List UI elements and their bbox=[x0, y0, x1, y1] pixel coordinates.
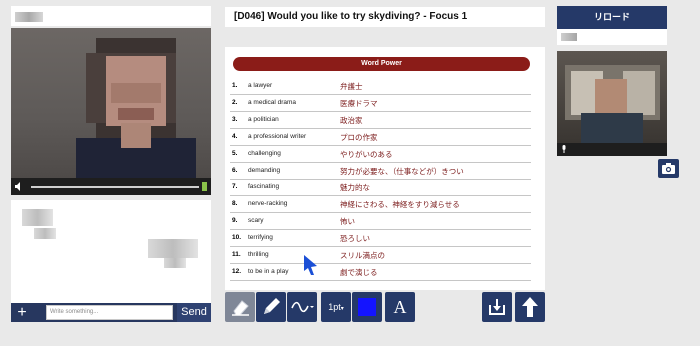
chat-input[interactable]: Write something... bbox=[46, 305, 173, 320]
word-japanese: 努力が必要な、（仕事などが）きつい bbox=[340, 166, 464, 176]
word-number: 4. bbox=[232, 132, 238, 140]
chat-message-redacted bbox=[164, 258, 186, 268]
volume-slider[interactable] bbox=[31, 186, 199, 188]
word-row: 1. a lawyer 弁護士 bbox=[230, 78, 531, 95]
tutor-volume-bar bbox=[11, 178, 211, 195]
word-number: 9. bbox=[232, 217, 238, 225]
pencil-icon bbox=[264, 298, 280, 314]
eraser-button[interactable] bbox=[225, 292, 255, 322]
chat-message-redacted bbox=[34, 228, 56, 239]
word-english: thrilling bbox=[248, 251, 269, 258]
text-tool-button[interactable]: A bbox=[385, 292, 415, 322]
mouse-cursor-icon bbox=[304, 255, 317, 275]
word-row: 11. thrilling スリル満点の bbox=[230, 247, 531, 264]
word-number: 7. bbox=[232, 183, 238, 191]
word-english: challenging bbox=[248, 149, 281, 157]
lesson-title: [D046] Would you like to try skydiving? … bbox=[225, 7, 545, 27]
camera-icon bbox=[662, 163, 675, 174]
word-japanese: 劇で演じる bbox=[340, 267, 378, 277]
word-english: terrifying bbox=[248, 234, 273, 242]
color-picker-button[interactable] bbox=[352, 292, 382, 322]
add-attachment-button[interactable]: + bbox=[15, 303, 29, 322]
word-number: 6. bbox=[232, 166, 238, 174]
upload-button[interactable] bbox=[515, 292, 545, 322]
word-number: 5. bbox=[232, 149, 238, 157]
word-japanese: 怖い bbox=[340, 217, 355, 227]
tutor-name-bar bbox=[11, 6, 211, 26]
download-button[interactable] bbox=[482, 292, 512, 322]
student-video bbox=[557, 51, 667, 143]
word-row: 7. fascinating 魅力的な bbox=[230, 179, 531, 197]
word-row: 8. nerve-racking 神経にさわる、神経をすり減らせる bbox=[230, 196, 531, 214]
send-button[interactable]: Send bbox=[177, 303, 211, 322]
word-english: scary bbox=[248, 217, 264, 225]
word-english: fascinating bbox=[248, 183, 280, 191]
chat-messages bbox=[11, 200, 211, 303]
word-row: 9. scary 怖い bbox=[230, 213, 531, 231]
line-style-button[interactable] bbox=[287, 292, 317, 322]
word-english: nerve-racking bbox=[248, 200, 288, 208]
speaker-icon bbox=[15, 182, 20, 191]
student-mic-bar bbox=[557, 143, 667, 156]
download-icon bbox=[489, 299, 505, 315]
word-row: 6. demanding 努力が必要な、（仕事などが）きつい bbox=[230, 163, 531, 180]
tutor-video bbox=[11, 28, 211, 178]
student-name-bar bbox=[557, 29, 667, 45]
student-name-redacted bbox=[561, 33, 577, 41]
word-row: 12. to be in a play 劇で演じる bbox=[230, 264, 531, 281]
word-number: 11. bbox=[232, 251, 241, 258]
word-japanese: 神経にさわる、神経をすり減らせる bbox=[340, 200, 460, 210]
chat-input-bar: + Write something... Send bbox=[11, 303, 211, 322]
word-japanese: 魅力的な bbox=[340, 183, 370, 193]
word-japanese: やりがいのある bbox=[340, 149, 393, 159]
word-row: 3. a politician 政治家 bbox=[230, 112, 531, 129]
word-row: 2. a medical drama 医療ドラマ bbox=[230, 95, 531, 112]
word-english: a professional writer bbox=[248, 132, 307, 140]
word-row: 5. challenging やりがいのある bbox=[230, 146, 531, 163]
microphone-icon bbox=[562, 145, 566, 153]
word-number: 8. bbox=[232, 200, 238, 208]
word-power-header: Word Power bbox=[233, 57, 530, 71]
wave-line-icon bbox=[291, 301, 314, 313]
word-japanese: 政治家 bbox=[340, 115, 363, 125]
volume-level[interactable] bbox=[202, 182, 207, 191]
word-number: 10. bbox=[232, 234, 242, 242]
eraser-icon bbox=[232, 300, 249, 316]
word-english: to be in a play bbox=[248, 267, 289, 275]
word-japanese: プロの作家 bbox=[340, 132, 378, 142]
word-row: 10. terrifying 恐ろしい bbox=[230, 230, 531, 248]
word-row: 4. a professional writer プロの作家 bbox=[230, 129, 531, 146]
lesson-document[interactable]: Word Power 1. a lawyer 弁護士 2. a medical dram… bbox=[225, 47, 545, 290]
stroke-size-label: 1pt▾ bbox=[328, 302, 344, 312]
word-number: 12. bbox=[232, 267, 242, 275]
word-number: 3. bbox=[232, 115, 238, 123]
color-swatch bbox=[358, 298, 376, 316]
word-japanese: 弁護士 bbox=[340, 82, 363, 91]
reload-button[interactable]: リロード bbox=[557, 6, 667, 29]
text-icon: A bbox=[393, 297, 407, 317]
word-english: demanding bbox=[248, 166, 281, 174]
word-japanese: 恐ろしい bbox=[340, 234, 370, 244]
word-english: a politician bbox=[248, 115, 279, 123]
word-english: a medical drama bbox=[248, 98, 297, 106]
word-japanese: スリル満点の bbox=[340, 251, 385, 260]
tutor-name-redacted bbox=[15, 12, 43, 22]
camera-button[interactable] bbox=[658, 159, 679, 178]
stroke-size-button[interactable]: 1pt▾ bbox=[321, 292, 351, 322]
pencil-button[interactable] bbox=[256, 292, 286, 322]
word-number: 2. bbox=[232, 98, 238, 106]
chat-message-redacted bbox=[148, 239, 198, 258]
word-japanese: 医療ドラマ bbox=[340, 98, 378, 108]
chat-message-redacted bbox=[22, 209, 53, 226]
word-english: a lawyer bbox=[248, 82, 273, 89]
word-number: 1. bbox=[232, 82, 238, 89]
upload-arrow-icon bbox=[522, 297, 538, 317]
